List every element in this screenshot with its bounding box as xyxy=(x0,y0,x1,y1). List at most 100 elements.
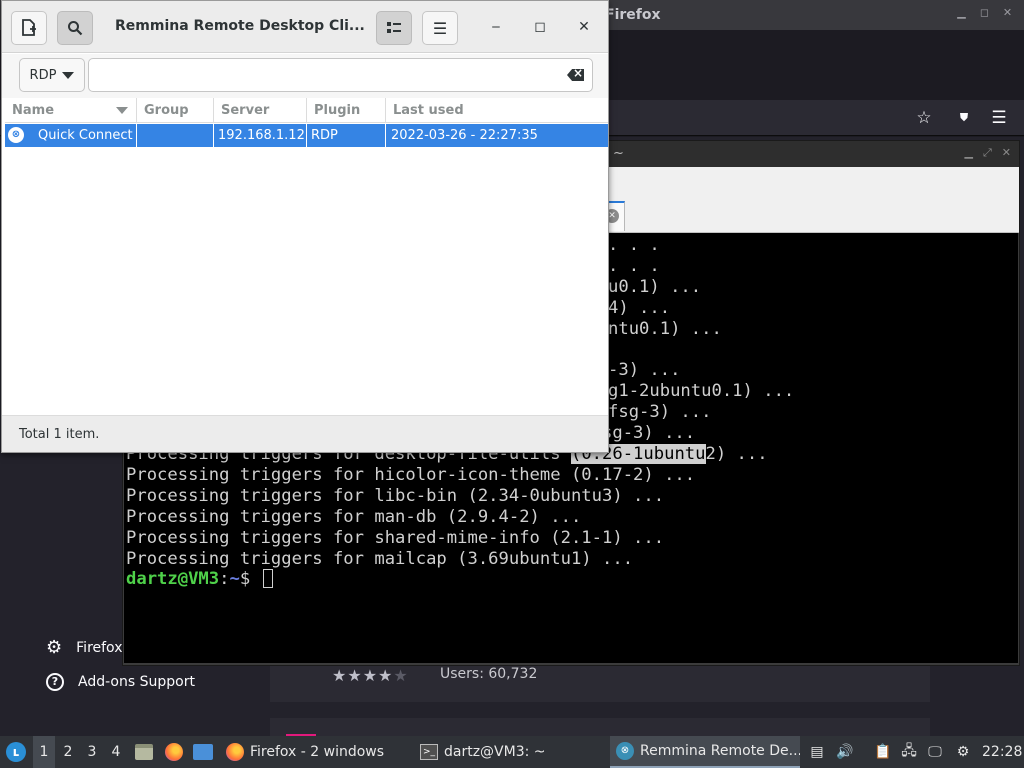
clear-icon[interactable] xyxy=(567,69,584,81)
workspace-1[interactable]: 1 xyxy=(33,736,55,768)
column-header-name[interactable]: Name xyxy=(5,98,137,123)
star-icon: ★ xyxy=(362,666,379,685)
help-icon: ? xyxy=(46,673,64,691)
chevron-down-icon xyxy=(62,71,75,79)
taskbar: ʟ 1 2 3 4 Firefox - 2 windows >_ dartz@V… xyxy=(0,736,1024,768)
task-terminal[interactable]: >_ dartz@VM3: ~ xyxy=(414,736,606,768)
cell-group xyxy=(137,124,214,147)
file-manager-icon xyxy=(135,744,153,760)
cell-server: 192.168.1.12 xyxy=(214,124,307,147)
minimize-icon[interactable]: ▁ xyxy=(965,146,973,160)
terminal-line: Processing triggers for hicolor-icon-the… xyxy=(126,464,696,485)
protocol-dropdown[interactable]: RDP xyxy=(19,58,85,92)
quick-connect-bar: RDP xyxy=(2,54,608,98)
cell-name: ⊗ Quick Connect xyxy=(5,124,137,147)
star-icon: ★ xyxy=(347,666,363,685)
terminal-line: . . . xyxy=(608,235,660,255)
new-file-icon xyxy=(22,19,36,36)
new-connection-button[interactable] xyxy=(11,11,47,45)
clipboard-icon[interactable]: 📋 xyxy=(872,736,894,768)
view-mode-button[interactable] xyxy=(376,11,412,45)
terminal-line: Processing triggers for libc-bin (2.34-0… xyxy=(126,485,665,506)
clock[interactable]: 22:28 xyxy=(982,736,1022,768)
maximize-icon[interactable]: ⤢ xyxy=(983,146,992,160)
terminal-line: ntu0.1) ... xyxy=(608,318,722,339)
connection-table: Name Group Server Plugin Last used ⊗ Qui… xyxy=(5,98,608,147)
close-icon[interactable]: ✕ xyxy=(576,18,592,36)
terminal-line: Processing triggers for man-db (2.9.4-2)… xyxy=(126,506,582,527)
firefox-icon xyxy=(226,743,244,761)
volume-icon[interactable]: 🔊 xyxy=(834,736,856,768)
workspace-2[interactable]: 2 xyxy=(57,736,79,768)
star-icon: ★ xyxy=(378,666,394,685)
star-icon: ★ xyxy=(332,666,348,685)
table-row[interactable]: ⊗ Quick Connect 192.168.1.12 RDP 2022-03… xyxy=(5,124,608,147)
terminal-icon: >_ xyxy=(420,744,438,760)
hamburger-menu-icon: ☰ xyxy=(432,18,448,38)
desktop-icon xyxy=(193,744,213,760)
terminal-line: u0.1) ... xyxy=(608,276,702,297)
terminal-line: g1-2ubuntu0.1) ... xyxy=(608,381,795,402)
launcher-files[interactable] xyxy=(133,736,155,768)
update-notifier-icon[interactable]: 🖵 xyxy=(924,736,946,768)
search-input[interactable] xyxy=(97,65,557,85)
task-label: dartz@VM3: ~ xyxy=(444,744,546,760)
launcher-firefox[interactable] xyxy=(163,736,185,768)
task-remmina[interactable]: ⊗ Remmina Remote De... xyxy=(610,736,800,768)
scroll-indicator-icon[interactable]: ▤ xyxy=(806,736,828,768)
terminal-line: Processing triggers for shared-mime-info… xyxy=(126,527,665,548)
minimize-icon[interactable]: ‒ xyxy=(488,18,504,36)
search-toggle-button[interactable] xyxy=(57,11,93,45)
table-header: Name Group Server Plugin Last used xyxy=(5,98,608,123)
column-header-server[interactable]: Server xyxy=(214,98,307,123)
column-header-plugin[interactable]: Plugin xyxy=(307,98,386,123)
minimize-icon[interactable]: ▁ xyxy=(955,6,968,19)
cell-last-used: 2022-03-26 - 22:27:35 xyxy=(391,128,538,143)
sidebar-item-addons-support[interactable]: ? Add-ons Support xyxy=(46,673,195,691)
terminal-line: -3) ... xyxy=(608,360,681,381)
workspace-4[interactable]: 4 xyxy=(105,736,127,768)
terminal-prompt: dartz@VM3:~$ xyxy=(126,569,273,590)
addon-card[interactable] xyxy=(270,718,930,738)
launcher-show-desktop[interactable] xyxy=(192,736,214,768)
maximize-icon[interactable]: ◻ xyxy=(978,6,991,19)
search-field[interactable] xyxy=(88,58,593,92)
start-menu-button[interactable]: ʟ xyxy=(4,736,28,768)
column-header-group[interactable]: Group xyxy=(137,98,214,123)
ublock-shield-icon[interactable]: ⛊ xyxy=(954,108,974,128)
text-cursor xyxy=(262,569,273,589)
firefox-icon xyxy=(165,743,183,761)
bookmark-star-icon[interactable]: ☆ xyxy=(914,108,934,128)
remmina-connection-icon: ⊗ xyxy=(8,127,24,143)
addon-users-count: Users: 60,732 xyxy=(440,666,538,682)
remmina-window: Remmina Remote Desktop Cli... ☰ ‒ ◻ ✕ RD… xyxy=(1,0,609,453)
star-icon: ★ xyxy=(393,666,409,685)
task-label: Remmina Remote De... xyxy=(640,743,800,759)
terminal-line: fsg-3) ... xyxy=(608,402,712,423)
remmina-headerbar: Remmina Remote Desktop Cli... ☰ ‒ ◻ ✕ xyxy=(2,1,608,53)
column-header-last-used[interactable]: Last used xyxy=(386,98,608,123)
close-icon[interactable]: ✕ xyxy=(1001,6,1014,19)
gear-icon: ⚙ xyxy=(46,637,63,658)
workspace-3[interactable]: 3 xyxy=(81,736,103,768)
sort-descending-icon xyxy=(116,107,128,114)
main-menu-button[interactable]: ☰ xyxy=(422,11,458,45)
terminal-line: . . . xyxy=(608,255,660,276)
firefox-window-title: Firefox xyxy=(605,7,661,23)
maximize-icon[interactable]: ◻ xyxy=(532,18,548,36)
search-icon xyxy=(68,21,83,36)
terminal-line: Processing triggers for mailcap (3.69ubu… xyxy=(126,548,634,569)
terminal-line: 4) ... xyxy=(608,297,671,318)
window-title: Remmina Remote Desktop Cli... xyxy=(115,18,365,34)
protocol-value: RDP xyxy=(29,67,57,83)
task-firefox[interactable]: Firefox - 2 windows xyxy=(220,736,410,768)
status-bar: Total 1 item. xyxy=(2,415,608,452)
close-icon[interactable]: ✕ xyxy=(1002,146,1011,160)
sidebar-item-firefox-settings[interactable]: ⚙ Firefox xyxy=(46,637,122,658)
menu-icon[interactable]: ☰ xyxy=(989,108,1009,128)
network-icon[interactable]: 🖧 xyxy=(898,736,920,768)
power-settings-icon[interactable]: ⚙ xyxy=(952,736,974,768)
remmina-icon: ⊗ xyxy=(616,742,634,760)
sidebar-item-label: Add-ons Support xyxy=(78,674,195,690)
status-text: Total 1 item. xyxy=(19,427,100,442)
